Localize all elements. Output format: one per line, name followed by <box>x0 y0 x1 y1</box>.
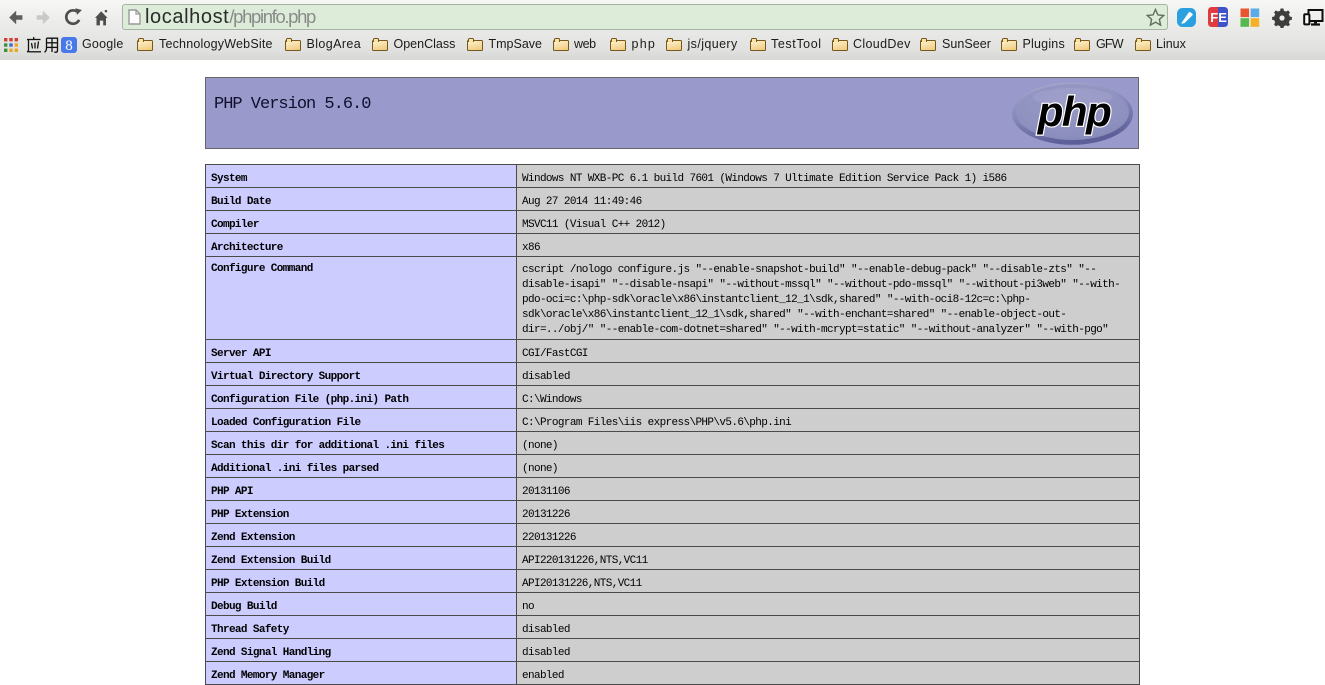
svg-text:E: E <box>1218 10 1227 25</box>
svg-text:8: 8 <box>65 38 73 53</box>
svg-text:F: F <box>1210 10 1218 25</box>
svg-text:php: php <box>1037 88 1111 135</box>
